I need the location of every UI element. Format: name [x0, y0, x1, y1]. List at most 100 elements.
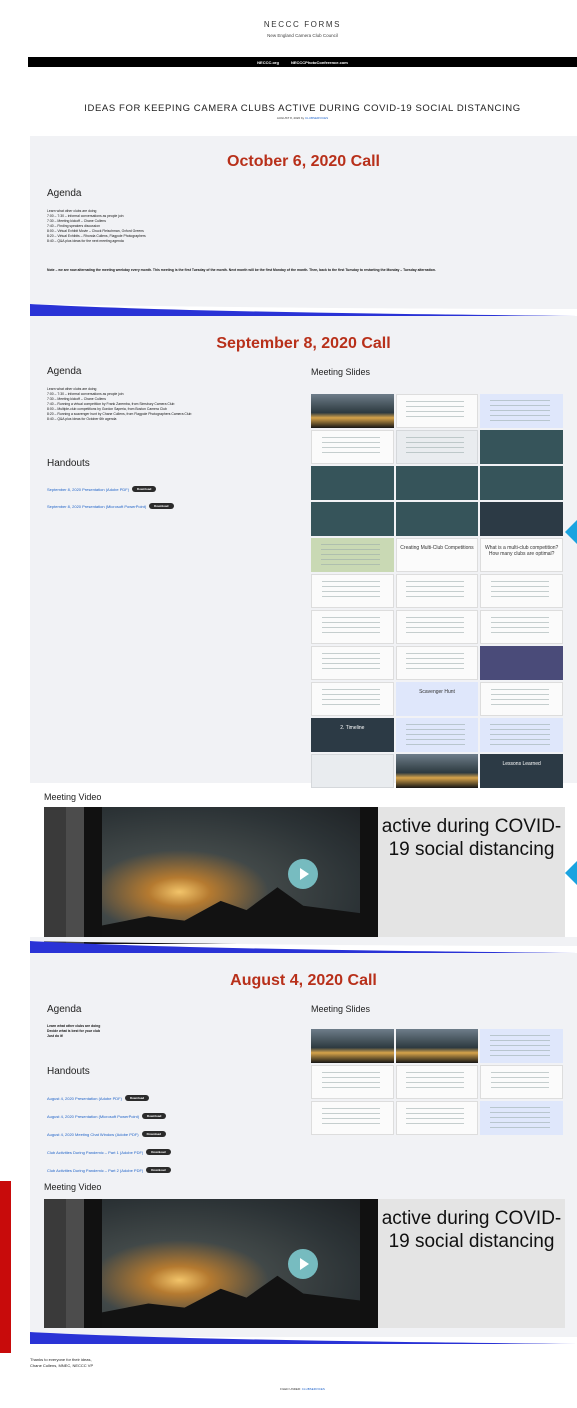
handout-link[interactable]: August 4, 2020 Presentation (Microsoft P… [47, 1114, 139, 1119]
slide-thumbnail[interactable] [311, 394, 394, 428]
slide-caption: What is a multi-club competition? How ma… [484, 545, 559, 558]
slide-thumbnail[interactable] [395, 502, 479, 536]
download-button[interactable]: Download [124, 1095, 150, 1101]
slide-thumbnail[interactable] [311, 574, 394, 608]
section-divider-swoosh [30, 300, 577, 316]
slide-thumbnail[interactable] [480, 394, 563, 428]
slide-thumbnail[interactable] [395, 1101, 479, 1135]
slide-thumbnail[interactable] [395, 394, 479, 428]
slide-thumbnail[interactable] [311, 1065, 394, 1099]
slide-caption: Lessons Learned [502, 760, 541, 767]
nav-link-conference[interactable]: NECCCPhotoConference.com [291, 60, 348, 65]
handout-link[interactable]: Club Activities During Pandemic – Part 2… [47, 1168, 143, 1173]
slide-thumbnail[interactable] [480, 502, 563, 536]
download-button[interactable]: Download [149, 503, 174, 509]
slide-thumbnail[interactable] [480, 718, 563, 752]
slide-thumbnail[interactable] [480, 646, 563, 680]
slide-caption: 2. Timeline [340, 724, 365, 731]
slide-thumbnail[interactable] [395, 718, 479, 752]
footer-thanks: Thanks to everyone for their ideas, Chan… [30, 1357, 93, 1369]
slide-thumbnail[interactable] [311, 646, 394, 680]
october-call-title: October 6, 2020 Call [227, 153, 380, 170]
video-next-arrow[interactable] [565, 861, 577, 885]
play-button-icon[interactable] [288, 1249, 318, 1279]
september-meeting-video[interactable]: active during COVID-19 social distancing [44, 807, 565, 944]
video-letterbox [360, 1199, 378, 1330]
agenda-item: 8:40 – Q&A plus ideas for October 6th ag… [47, 417, 117, 421]
category-link[interactable]: CLUBSERVICES [302, 1387, 325, 1391]
slide-thumbnail[interactable] [311, 502, 394, 536]
august-call-title: August 4, 2020 Call [230, 972, 377, 989]
slide-thumbnail[interactable] [480, 574, 563, 608]
top-nav: NECCC.org NECCCPhotoConference.com [28, 57, 577, 67]
nav-link-neccc[interactable]: NECCC.org [257, 60, 279, 65]
slide-thumbnail[interactable]: 2. Timeline [311, 718, 394, 752]
download-button[interactable]: Download [132, 486, 157, 492]
handout-row: September 8, 2020 Presentation (Microsof… [47, 503, 174, 509]
video-letterbox [360, 807, 378, 944]
play-button-icon[interactable] [288, 859, 318, 889]
slide-thumbnail[interactable] [311, 610, 394, 644]
download-button[interactable]: Download [141, 1131, 166, 1137]
slide-thumbnail[interactable] [311, 682, 394, 716]
handout-row: September 8, 2020 Presentation (Adobe PD… [47, 486, 157, 492]
handout-link[interactable]: September 8, 2020 Presentation (Microsof… [47, 504, 146, 509]
slide-thumbnail[interactable] [311, 754, 394, 788]
video-slide-panel: active during COVID-19 social distancing [378, 1199, 565, 1330]
slide-thumbnail[interactable] [395, 1065, 479, 1099]
slide-thumbnail[interactable] [311, 430, 394, 464]
august-meeting-video[interactable]: active during COVID-19 social distancing [44, 1199, 565, 1330]
gallery-next-arrow[interactable] [565, 520, 577, 544]
slide-thumbnail[interactable] [395, 466, 479, 500]
video-letterbox [84, 1199, 102, 1330]
slide-thumbnail[interactable] [395, 754, 479, 788]
handout-row: August 4, 2020 Presentation (Microsoft P… [47, 1113, 167, 1119]
slide-thumbnail[interactable] [395, 646, 479, 680]
slide-caption: Scavenger Hunt [419, 688, 455, 695]
slide-thumbnail[interactable] [311, 1029, 394, 1063]
slide-thumbnail[interactable] [395, 574, 479, 608]
handout-row: Club Activities During Pandemic – Part 2… [47, 1167, 171, 1173]
video-frame-image [102, 807, 360, 944]
slide-thumbnail[interactable]: Scavenger Hunt [395, 682, 479, 716]
handout-link[interactable]: August 4, 2020 Meeting Chat Window (Adob… [47, 1132, 139, 1137]
slide-thumbnail[interactable] [480, 610, 563, 644]
handout-link[interactable]: September 8, 2020 Presentation (Adobe PD… [47, 487, 129, 492]
slide-thumbnail[interactable] [395, 1029, 479, 1063]
handout-link[interactable]: Club Activities During Pandemic – Part 1… [47, 1150, 143, 1155]
post-meta: AUGUST 8, 2020 by CLUBSERVICES [28, 116, 577, 120]
slide-thumbnail[interactable] [395, 610, 479, 644]
slide-thumbnail[interactable] [311, 538, 394, 572]
september-video-heading: Meeting Video [44, 792, 102, 802]
slide-thumbnail[interactable] [480, 1029, 563, 1063]
slide-thumbnail[interactable] [395, 430, 479, 464]
slide-thumbnail[interactable]: What is a multi-club competition? How ma… [480, 538, 563, 572]
september-agenda-heading: Agenda [47, 366, 82, 377]
download-button[interactable]: Download [146, 1167, 171, 1173]
slide-thumbnail[interactable] [480, 682, 563, 716]
filed-under-label: FILED UNDER: [280, 1387, 301, 1391]
author-link[interactable]: CLUBSERVICES [305, 116, 328, 120]
slide-thumbnail[interactable] [480, 466, 563, 500]
page-title: IDEAS FOR KEEPING CAMERA CLUBS ACTIVE DU… [84, 103, 521, 114]
slide-thumbnail[interactable] [311, 466, 394, 500]
download-button[interactable]: Download [142, 1113, 167, 1119]
august-agenda-heading: Agenda [47, 1004, 82, 1015]
handout-row: August 4, 2020 Presentation (Adobe PDF) … [47, 1095, 150, 1101]
video-slide-text: active during COVID-19 social distancing [381, 1208, 562, 1252]
slide-thumbnail[interactable] [480, 430, 563, 464]
download-button[interactable]: Download [146, 1149, 171, 1155]
august-slides-gallery [311, 1029, 563, 1135]
slide-thumbnail[interactable] [480, 1101, 563, 1135]
slide-thumbnail[interactable]: Creating Multi-Club Competitions [395, 538, 479, 572]
section-divider-swoosh [30, 937, 577, 953]
october-note: Note – we are now alternating the meetin… [47, 268, 436, 272]
handout-row: August 4, 2020 Meeting Chat Window (Adob… [47, 1131, 166, 1137]
slide-thumbnail[interactable] [311, 1101, 394, 1135]
video-slide-panel: active during COVID-19 social distancing [378, 807, 565, 944]
slide-thumbnail[interactable] [480, 1065, 563, 1099]
site-title[interactable]: NECCC FORMS [28, 20, 577, 29]
handout-link[interactable]: August 4, 2020 Presentation (Adobe PDF) [47, 1096, 122, 1101]
site-header: NECCC FORMS New England Camera Club Coun… [28, 12, 577, 38]
slide-thumbnail[interactable]: Lessons Learned [480, 754, 563, 788]
